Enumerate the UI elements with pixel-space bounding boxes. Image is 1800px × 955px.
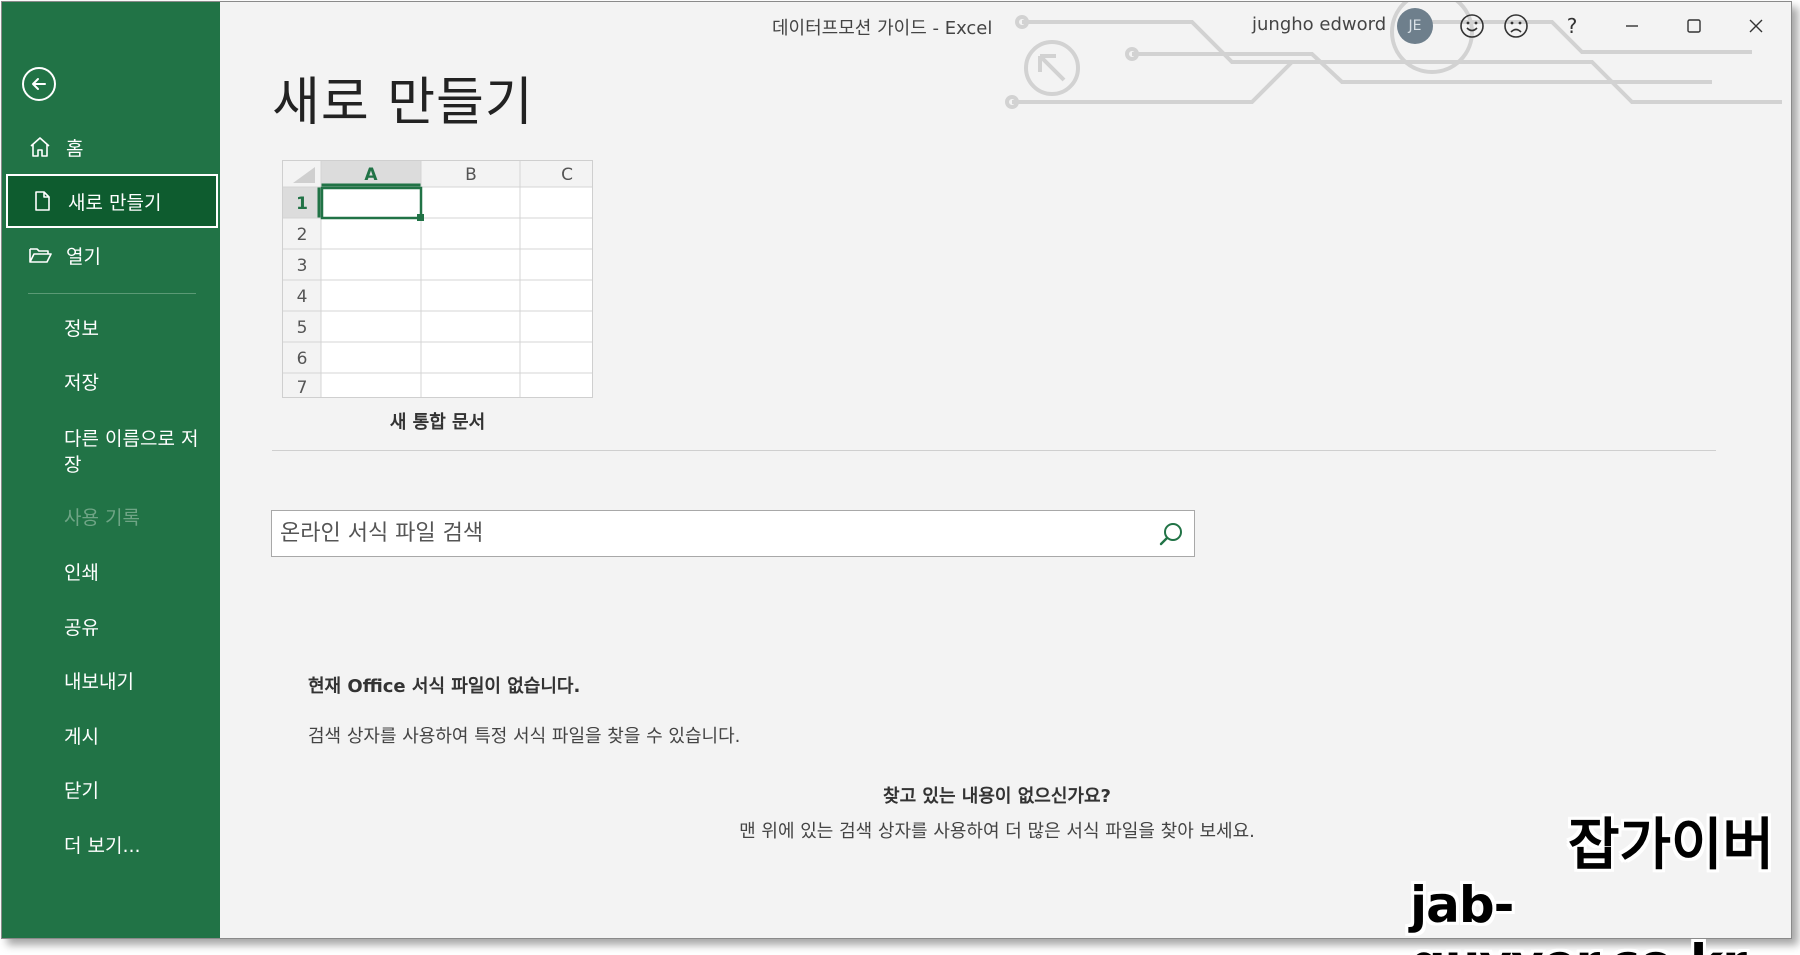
sidebar-item-info[interactable]: 정보 xyxy=(64,316,214,342)
sidebar-item-history: 사용 기록 xyxy=(64,507,140,529)
sidebar-item-publish[interactable]: 게시 xyxy=(64,724,214,750)
backstage-sidebar: 홈 새로 만들기 열기 정보 저장 다른 이름으로 저장 사용 기록 인쇄 공유… xyxy=(2,2,220,938)
sidebar-item-label: 홈 xyxy=(66,137,84,160)
sidebar-item-close[interactable]: 닫기 xyxy=(64,778,214,804)
sidebar-item-print[interactable]: 인쇄 xyxy=(64,560,214,586)
column-header: B xyxy=(465,165,477,185)
search-button[interactable] xyxy=(1156,519,1186,549)
watermark-url: jab-guyver.co.kr xyxy=(1410,876,1747,955)
watermark-name: 잡가이버 xyxy=(1568,813,1775,878)
sidebar-divider xyxy=(28,293,196,294)
row-header: 3 xyxy=(297,256,308,276)
sidebar-item-label: 열기 xyxy=(66,245,101,268)
empty-state-title: 현재 Office 서식 파일이 없습니다. xyxy=(308,676,581,697)
excel-backstage-window: 홈 새로 만들기 열기 정보 저장 다른 이름으로 저장 사용 기록 인쇄 공유… xyxy=(1,1,1792,939)
row-header: 1 xyxy=(296,194,308,214)
frown-icon xyxy=(1504,14,1528,38)
help-button[interactable]: ? xyxy=(1554,10,1590,42)
smile-icon xyxy=(1460,14,1484,38)
avatar[interactable]: JE xyxy=(1397,8,1433,44)
sidebar-item-export[interactable]: 내보내기 xyxy=(64,669,214,695)
template-search-box xyxy=(271,510,1195,557)
sidebar-item-share[interactable]: 공유 xyxy=(64,615,214,641)
section-divider xyxy=(272,450,1716,451)
blank-workbook-template[interactable]: A B C 1 2 3 4 5 6 7 xyxy=(282,160,593,398)
user-name[interactable]: jungho edword xyxy=(1252,14,1386,35)
folder-open-icon xyxy=(28,243,58,267)
page-title: 새로 만들기 xyxy=(272,73,534,133)
template-search-input[interactable] xyxy=(280,511,1140,556)
frown-feedback-button[interactable] xyxy=(1498,10,1534,42)
sidebar-item-more[interactable]: 더 보기... xyxy=(64,833,214,859)
empty-state-text: 검색 상자를 사용하여 특정 서식 파일을 찾을 수 있습니다. xyxy=(308,726,741,747)
close-button[interactable] xyxy=(1738,10,1774,42)
maximize-button[interactable] xyxy=(1676,10,1712,42)
home-icon xyxy=(28,135,58,159)
workbook-thumbnail: A B C 1 2 3 4 5 6 7 xyxy=(283,161,592,398)
hint-text: 맨 위에 있는 검색 상자를 사용하여 더 많은 서식 파일을 찾아 보세요. xyxy=(739,821,1255,842)
column-header: A xyxy=(364,165,378,185)
sidebar-item-open[interactable]: 열기 xyxy=(6,228,218,282)
arrow-left-icon xyxy=(32,78,46,90)
row-header: 7 xyxy=(297,378,308,397)
sidebar-item-save[interactable]: 저장 xyxy=(64,370,214,396)
row-header: 6 xyxy=(297,349,308,369)
back-button[interactable] xyxy=(22,67,56,101)
column-header: C xyxy=(561,165,573,185)
hint-title: 찾고 있는 내용이 없으신가요? xyxy=(883,786,1111,807)
smile-feedback-button[interactable] xyxy=(1454,10,1490,42)
search-icon xyxy=(1159,523,1182,546)
circuit-decoration xyxy=(1005,2,1782,109)
help-icon: ? xyxy=(1566,14,1578,38)
sidebar-item-home[interactable]: 홈 xyxy=(6,120,218,174)
row-header: 5 xyxy=(297,318,308,338)
sidebar-item-save-as[interactable]: 다른 이름으로 저장 xyxy=(64,426,214,478)
row-header: 2 xyxy=(297,225,308,245)
window-title: 데이터프모션 가이드 - Excel xyxy=(772,18,993,39)
minimize-button[interactable] xyxy=(1614,10,1650,42)
new-document-icon xyxy=(30,189,60,213)
sidebar-item-label: 새로 만들기 xyxy=(68,191,162,214)
close-icon xyxy=(1749,19,1763,33)
maximize-icon xyxy=(1687,19,1701,33)
row-header: 4 xyxy=(297,287,308,307)
sidebar-item-new[interactable]: 새로 만들기 xyxy=(6,174,218,228)
template-label: 새 통합 문서 xyxy=(389,412,486,433)
minimize-icon xyxy=(1626,25,1638,27)
